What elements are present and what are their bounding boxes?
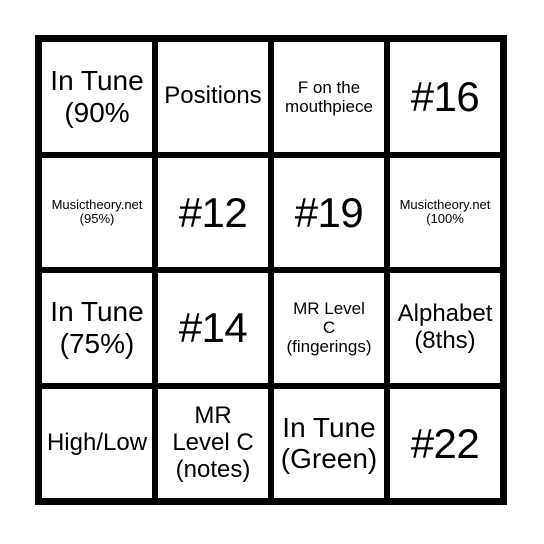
bingo-cell-label: In Tune (90%	[50, 65, 144, 128]
bingo-cell-label: Positions	[164, 82, 262, 110]
bingo-cell-label: MR Level C (notes)	[172, 401, 254, 483]
bingo-cell-label: In Tune (75%)	[50, 296, 144, 359]
bingo-cell-r3c1[interactable]: In Tune (75%)	[42, 273, 152, 383]
bingo-cell-r3c4[interactable]: Alphabet (8ths)	[390, 273, 500, 383]
bingo-cell-r1c2[interactable]: Positions	[158, 42, 268, 152]
bingo-cell-label: Musictheory.net (95%)	[51, 196, 143, 227]
bingo-cell-label: F on the mouthpiece	[285, 77, 373, 116]
bingo-cell-label: #14	[178, 304, 248, 352]
bingo-cell-r2c1[interactable]: Musictheory.net (95%)	[42, 157, 152, 267]
bingo-cell-r3c3[interactable]: MR Level C (fingerings)	[274, 273, 384, 383]
bingo-cell-r2c4[interactable]: Musictheory.net (100%	[390, 157, 500, 267]
bingo-card-grid: In Tune (90% Positions F on the mouthpiece…	[35, 35, 507, 505]
bingo-cell-label: In Tune (Green)	[280, 411, 378, 475]
bingo-cell-label: #22	[410, 419, 480, 467]
bingo-cell-r4c3[interactable]: In Tune (Green)	[274, 388, 384, 498]
bingo-cell-r3c2[interactable]: #14	[158, 273, 268, 383]
bingo-cell-label: MR Level C (fingerings)	[286, 299, 372, 357]
bingo-cell-r4c2[interactable]: MR Level C (notes)	[158, 388, 268, 498]
bingo-cell-label: Musictheory.net (100%	[399, 196, 491, 227]
bingo-cell-label: Alphabet (8ths)	[397, 299, 493, 354]
bingo-cell-r1c1[interactable]: In Tune (90%	[42, 42, 152, 152]
bingo-cell-r4c1[interactable]: High/Low	[42, 388, 152, 498]
bingo-cell-r1c4[interactable]: #16	[390, 42, 500, 152]
bingo-cell-r2c2[interactable]: #12	[158, 157, 268, 267]
bingo-cell-label: #19	[294, 188, 364, 236]
bingo-cell-label: #16	[410, 73, 480, 121]
bingo-cell-r2c3[interactable]: #19	[274, 157, 384, 267]
bingo-cell-label: High/Low	[46, 428, 148, 456]
bingo-cell-r4c4[interactable]: #22	[390, 388, 500, 498]
bingo-cell-r1c3[interactable]: F on the mouthpiece	[274, 42, 384, 152]
bingo-cell-label: #12	[178, 188, 248, 236]
